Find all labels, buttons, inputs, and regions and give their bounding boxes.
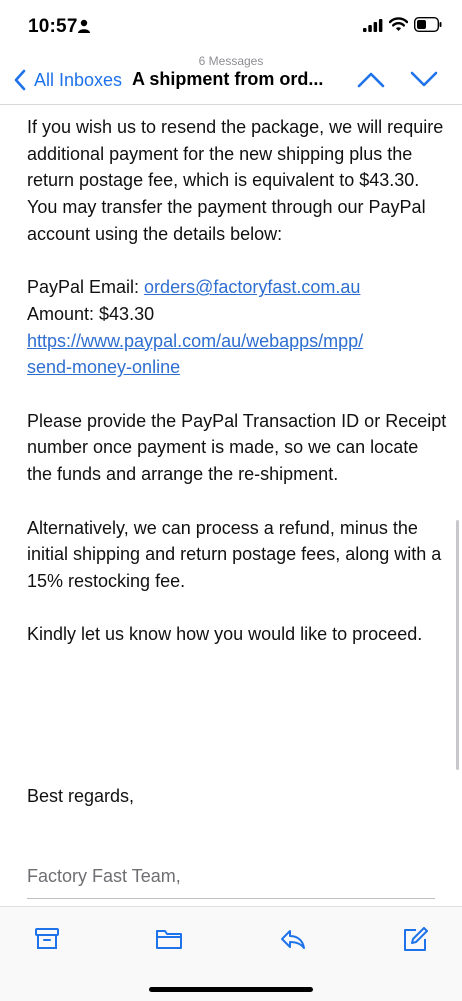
compose-icon[interactable] (402, 927, 430, 953)
status-bar: 10:57 (0, 0, 462, 56)
body-paragraph: Please provide the PayPal Transaction ID… (27, 410, 447, 485)
folder-icon[interactable] (155, 927, 183, 951)
reply-icon[interactable] (279, 927, 307, 951)
payment-details: PayPal Email: orders@factoryfast.com.au … (27, 274, 447, 381)
body-paragraph: If you wish us to resend the package, we… (27, 117, 444, 244)
back-label: All Inboxes (34, 69, 123, 90)
back-button[interactable]: All Inboxes (14, 68, 122, 92)
signoff: Best regards, (27, 786, 135, 806)
navigation-bar: 6 Messages All Inboxes A shipment from o… (0, 52, 462, 105)
home-indicator[interactable] (149, 987, 313, 992)
archive-icon[interactable] (34, 927, 60, 951)
body-paragraph: Alternatively, we can process a refund, … (27, 517, 442, 591)
scrollbar[interactable] (456, 520, 459, 770)
bottom-toolbar (0, 906, 462, 1001)
chevron-up-icon[interactable] (357, 68, 385, 90)
paypal-url-link[interactable]: https://www.paypal.com/au/webapps/mpp/ (27, 331, 363, 351)
amount-line: Amount: $43.30 (27, 303, 155, 324)
message-count: 6 Messages (198, 54, 264, 68)
battery-icon (414, 17, 442, 32)
paypal-email-label: PayPal Email: (27, 277, 145, 298)
email-subject: A shipment from ord... (132, 69, 324, 89)
email-body: If you wish us to resend the package, we… (27, 114, 447, 675)
status-time: 10:57 (28, 16, 78, 37)
divider (27, 898, 435, 899)
signal-icon (363, 19, 383, 32)
person-icon (78, 19, 90, 33)
body-paragraph: Kindly let us know how you would like to… (27, 624, 423, 645)
wifi-icon (389, 17, 408, 31)
chevron-left-icon (14, 69, 26, 91)
paypal-email-link[interactable]: orders@factoryfast.com.au (144, 277, 360, 297)
team-signature: Factory Fast Team, (27, 866, 181, 886)
paypal-url-link-continued[interactable]: send-money-online (27, 357, 180, 377)
chevron-down-icon[interactable] (410, 68, 438, 90)
